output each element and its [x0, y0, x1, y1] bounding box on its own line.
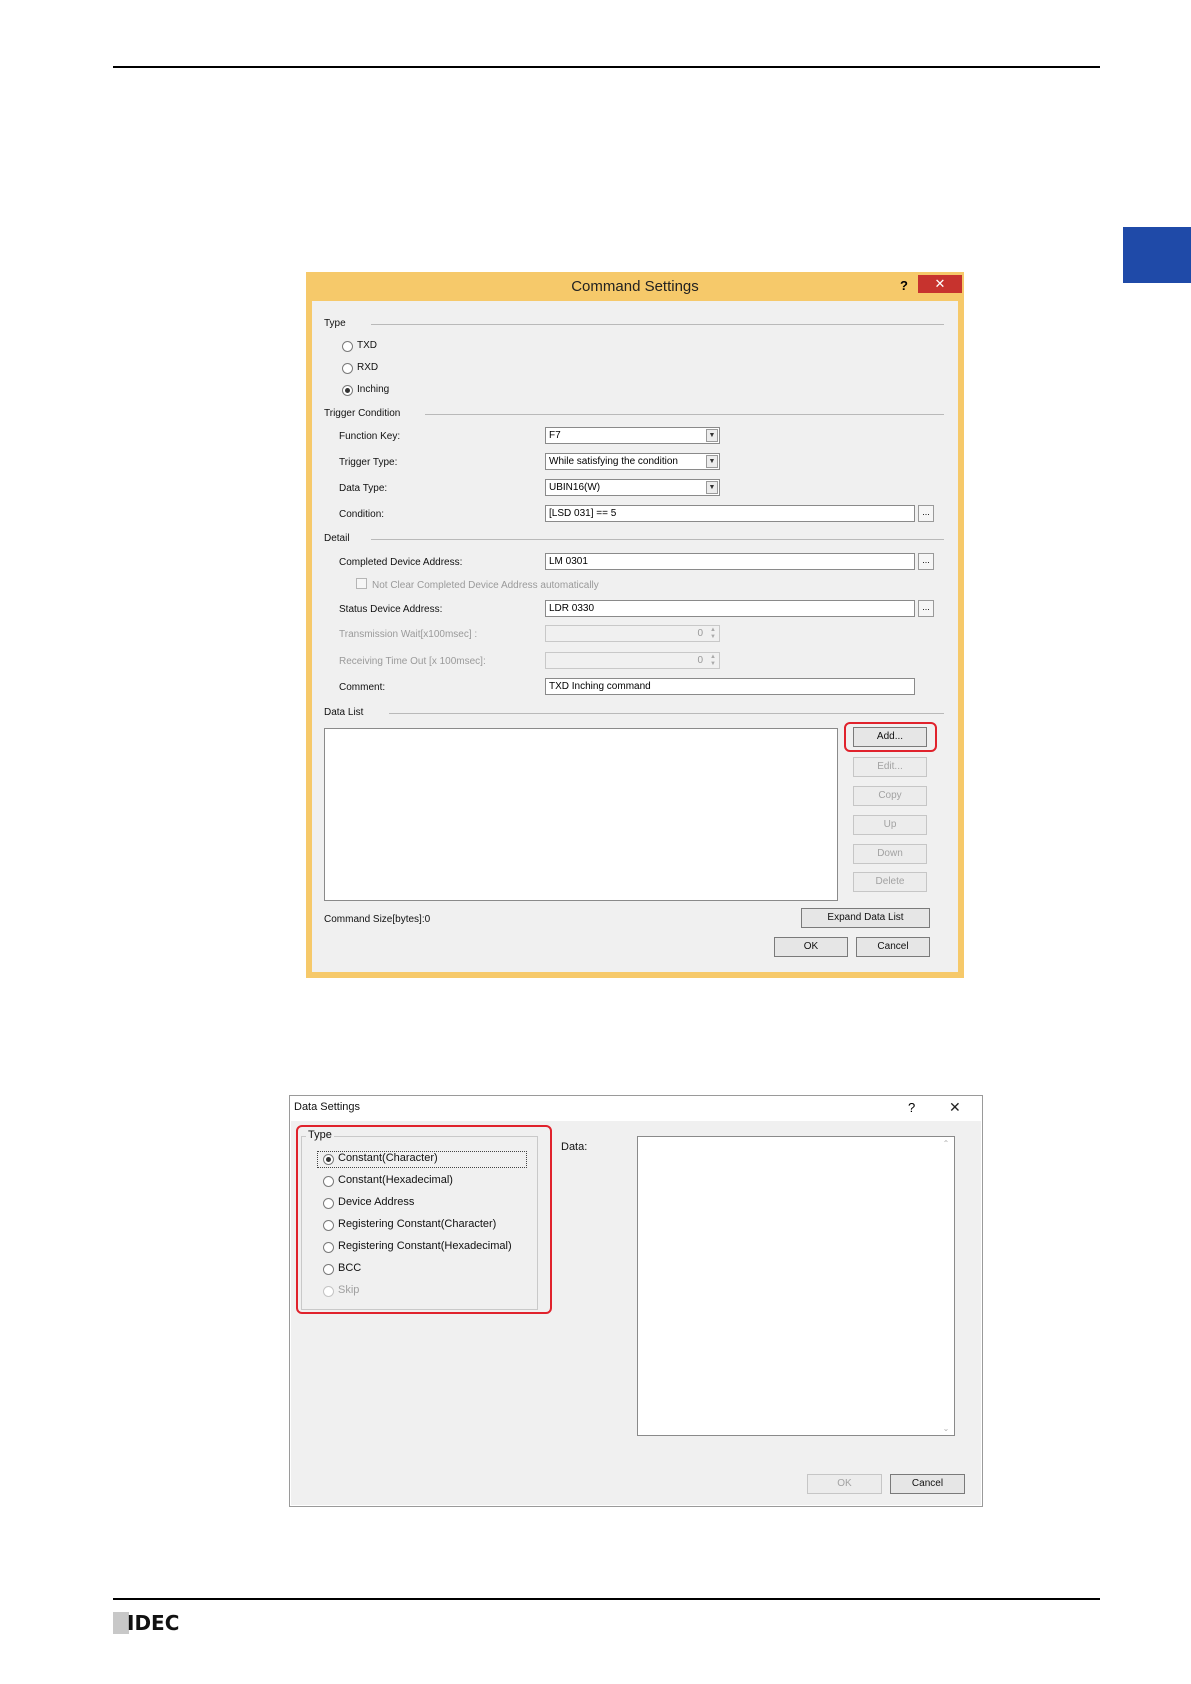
- help-icon[interactable]: ?: [900, 278, 908, 293]
- data-settings-dialog: Data Settings ? ✕ Type Constant(Characte…: [289, 1095, 983, 1507]
- completed-address-field[interactable]: LM 0301: [545, 553, 915, 570]
- receiving-timeout-value: 0: [697, 655, 703, 666]
- spinner-arrows-icon: ▲ ▼: [710, 654, 716, 667]
- condition-label: Condition:: [339, 509, 385, 520]
- type-radio-registering-character[interactable]: [323, 1220, 334, 1231]
- type-radio-constant-hex[interactable]: [323, 1176, 334, 1187]
- copy-button[interactable]: Copy: [853, 786, 927, 806]
- up-button[interactable]: Up: [853, 815, 927, 835]
- type-radio-txd-label[interactable]: TXD: [357, 340, 377, 351]
- completed-address-browse-button[interactable]: ...: [918, 553, 934, 570]
- not-clear-checkbox: [356, 578, 367, 589]
- type-radio-device-address-label[interactable]: Device Address: [338, 1196, 414, 1208]
- type-radio-registering-hex[interactable]: [323, 1242, 334, 1253]
- command-settings-body: Type TXD RXD Inching Trigger Condition F…: [312, 301, 958, 972]
- function-key-select[interactable]: F7 ▼: [545, 427, 720, 444]
- spinner-arrows-icon: ▲ ▼: [710, 627, 716, 640]
- type-radio-constant-hex-label[interactable]: Constant(Hexadecimal): [338, 1174, 453, 1186]
- condition-field[interactable]: [LSD 031] == 5: [545, 505, 915, 522]
- transmission-wait-label: Transmission Wait[x100msec] :: [339, 629, 478, 640]
- transmission-wait-spinner: 0 ▲ ▼: [545, 625, 720, 642]
- ok-button[interactable]: OK: [807, 1474, 882, 1494]
- trigger-type-value: While satisfying the condition: [549, 456, 678, 467]
- chevron-down-icon[interactable]: ▼: [706, 455, 718, 468]
- data-list-box[interactable]: [324, 728, 838, 901]
- cancel-button[interactable]: Cancel: [856, 937, 930, 957]
- trigger-type-label: Trigger Type:: [339, 457, 398, 468]
- comment-label: Comment:: [339, 682, 386, 693]
- function-key-value: F7: [549, 430, 561, 441]
- chapter-tab-marker: [1123, 227, 1191, 283]
- logo-text: IDEC: [127, 1611, 180, 1635]
- type-radio-inching-label[interactable]: Inching: [357, 384, 389, 395]
- detail-section-divider: [371, 539, 944, 540]
- delete-button[interactable]: Delete: [853, 872, 927, 892]
- type-radio-registering-character-label[interactable]: Registering Constant(Character): [338, 1218, 496, 1230]
- status-address-field[interactable]: LDR 0330: [545, 600, 915, 617]
- trigger-section-divider: [425, 414, 944, 415]
- not-clear-checkbox-label: Not Clear Completed Device Address autom…: [372, 580, 599, 591]
- command-size-readout: Command Size[bytes]:0: [324, 914, 431, 925]
- data-textarea[interactable]: ⌃ ⌄: [637, 1136, 955, 1436]
- type-section-label: Type: [324, 318, 346, 329]
- scroll-down-icon[interactable]: ⌄: [939, 1424, 953, 1433]
- trigger-type-select[interactable]: While satisfying the condition ▼: [545, 453, 720, 470]
- status-address-label: Status Device Address:: [339, 604, 443, 615]
- data-label: Data:: [561, 1141, 588, 1153]
- data-list-section-label: Data List: [324, 707, 364, 718]
- cancel-button[interactable]: Cancel: [890, 1474, 965, 1494]
- type-radio-txd[interactable]: [342, 341, 353, 352]
- condition-browse-button[interactable]: ...: [918, 505, 934, 522]
- type-radio-inching[interactable]: [342, 385, 353, 396]
- type-radio-device-address[interactable]: [323, 1198, 334, 1209]
- trigger-section-label: Trigger Condition: [324, 408, 401, 419]
- type-section-divider: [371, 324, 944, 325]
- command-settings-dialog: Command Settings ? ✕ Type TXD RXD Inchin…: [306, 272, 964, 978]
- down-button[interactable]: Down: [853, 844, 927, 864]
- scroll-up-icon[interactable]: ⌃: [939, 1139, 953, 1148]
- close-button[interactable]: ✕: [918, 275, 962, 293]
- transmission-wait-value: 0: [697, 628, 703, 639]
- ok-button[interactable]: OK: [774, 937, 848, 957]
- data-type-select[interactable]: UBIN16(W) ▼: [545, 479, 720, 496]
- comment-field[interactable]: TXD Inching command: [545, 678, 915, 695]
- type-radio-bcc[interactable]: [323, 1264, 334, 1275]
- type-radio-skip-label: Skip: [338, 1284, 360, 1296]
- receiving-timeout-label: Receiving Time Out [x 100msec]:: [339, 656, 486, 667]
- type-radio-rxd-label[interactable]: RXD: [357, 362, 378, 373]
- add-button[interactable]: Add...: [853, 727, 927, 747]
- detail-section-label: Detail: [324, 533, 350, 544]
- type-radio-constant-character-label[interactable]: Constant(Character): [338, 1152, 438, 1164]
- status-address-browse-button[interactable]: ...: [918, 600, 934, 617]
- dialog-title: Command Settings: [571, 278, 699, 295]
- top-rule: [113, 66, 1100, 68]
- data-type-value: UBIN16(W): [549, 482, 601, 493]
- close-icon[interactable]: ✕: [949, 1099, 961, 1116]
- chevron-down-icon[interactable]: ▼: [706, 481, 718, 494]
- data-type-label: Data Type:: [339, 483, 388, 494]
- help-icon[interactable]: ?: [908, 1100, 915, 1115]
- edit-button[interactable]: Edit...: [853, 757, 927, 777]
- expand-data-list-button[interactable]: Expand Data List: [801, 908, 930, 928]
- type-radio-registering-hex-label[interactable]: Registering Constant(Hexadecimal): [338, 1240, 512, 1252]
- bottom-rule: [113, 1598, 1100, 1600]
- type-radio-constant-character[interactable]: [323, 1154, 334, 1165]
- data-settings-body: Type Constant(Character) Constant(Hexade…: [291, 1121, 981, 1505]
- receiving-timeout-spinner: 0 ▲ ▼: [545, 652, 720, 669]
- dialog-title: Data Settings: [294, 1101, 361, 1113]
- completed-address-label: Completed Device Address:: [339, 557, 463, 568]
- function-key-label: Function Key:: [339, 431, 401, 442]
- type-radio-bcc-label[interactable]: BCC: [338, 1262, 361, 1274]
- data-list-section-divider: [389, 713, 944, 714]
- type-radio-rxd[interactable]: [342, 363, 353, 374]
- type-radio-skip: [323, 1286, 334, 1297]
- chevron-down-icon[interactable]: ▼: [706, 429, 718, 442]
